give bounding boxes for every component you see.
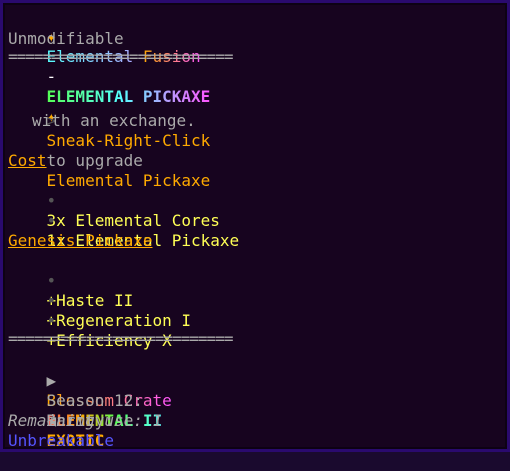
rarity-line: Rarity: EXOTIC	[8, 391, 114, 450]
cost-item: • 1x Elemental Pickaxe	[8, 191, 240, 250]
genesis-item: • +Efficiency X	[8, 291, 172, 350]
action-line-2: with an exchange.	[32, 111, 196, 130]
item-tooltip: ✦ Elemental Fusion - ELEMENTAL PICKAXE ✦…	[0, 0, 510, 452]
season-line: Season 12: ELEMENTAL II	[8, 371, 163, 430]
action-line-1: > Sneak-Right-Click to upgrade Elemental…	[8, 91, 211, 190]
genesis-heading: Genesis Pickaxe	[8, 231, 153, 250]
cost-item: • 3x Elemental Cores	[8, 171, 220, 230]
crate-line: ▶ Blossom Crate ◀	[8, 351, 172, 430]
remaining-use: Remaining use: 1	[8, 411, 163, 430]
separator-bottom: ==========================	[8, 329, 233, 348]
action-text1: to upgrade	[46, 151, 143, 170]
title-dash: -	[46, 67, 57, 86]
genesis-item-text: +Regeneration I	[46, 311, 192, 330]
action-keybind: Sneak-Right-Click	[46, 131, 211, 150]
tooltip-title: ✦ Elemental Fusion - ELEMENTAL PICKAXE ✦	[8, 7, 211, 126]
unmodifiable-label: Unmodifiable	[8, 29, 124, 48]
bullet-icon: •	[46, 311, 57, 330]
bullet-icon: •	[46, 211, 57, 230]
genesis-item: • +Haste II	[8, 251, 134, 310]
genesis-item: • +Regeneration I	[8, 271, 192, 330]
separator-top: ==========================	[8, 47, 233, 66]
cost-heading: Cost	[8, 151, 47, 170]
unbreakable-label: Unbreakable	[8, 431, 114, 450]
cost-item-text: 3x Elemental Cores	[46, 211, 220, 230]
